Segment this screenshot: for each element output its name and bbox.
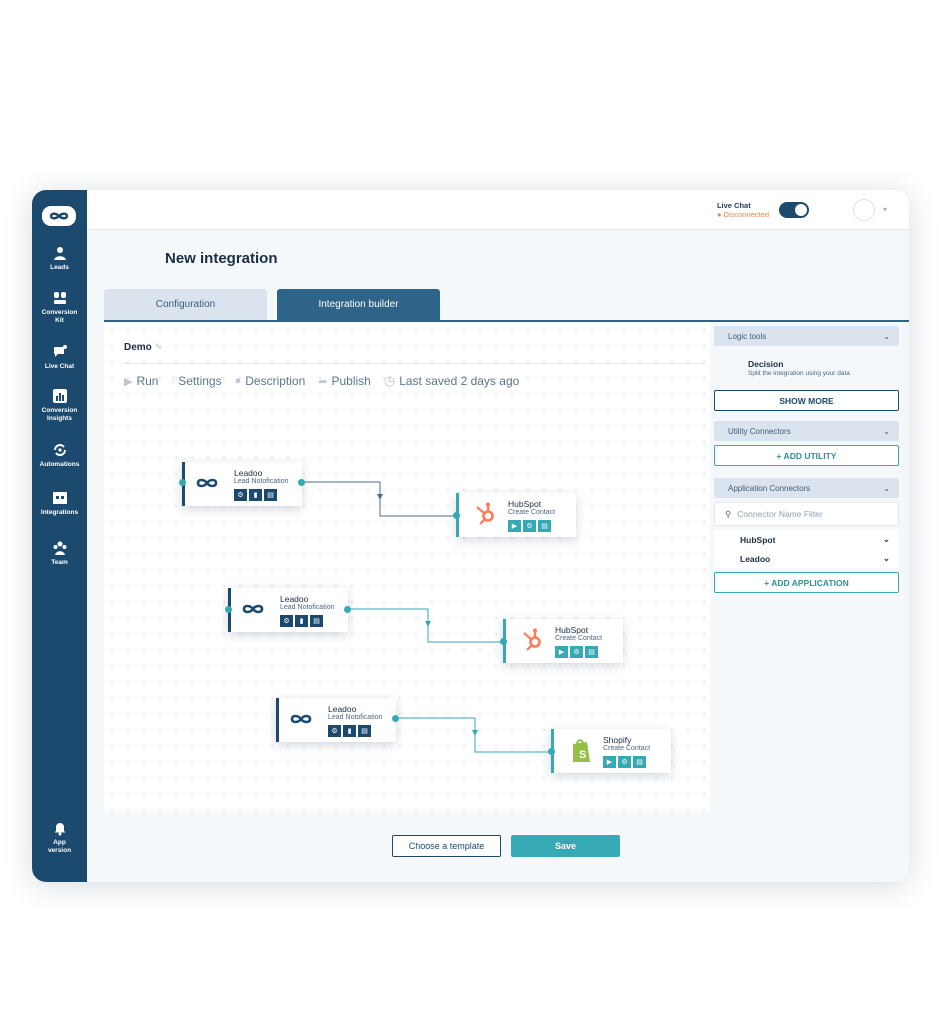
node-action: Create Contact <box>555 635 603 642</box>
utility-connectors-header[interactable]: Utility Connectors ⌄ <box>714 421 899 441</box>
gear-icon[interactable]: ⚙ <box>523 520 536 532</box>
leadoo-logo-icon <box>196 478 218 488</box>
bar-chart-icon[interactable]: ▮ <box>249 489 262 501</box>
leadoo-logo-icon <box>242 604 264 614</box>
trash-icon[interactable]: ▤ <box>585 646 598 658</box>
section-title: Application Connectors <box>728 483 811 493</box>
chevron-down-icon: ⌄ <box>883 426 890 436</box>
show-more-button[interactable]: SHOW MORE <box>714 390 899 411</box>
node-leadoo[interactable]: Leadoo Lead Notofication ⚙ ▮ ▤ <box>276 698 396 742</box>
chevron-down-icon: ⌄ <box>882 534 890 544</box>
node-hubspot[interactable]: HubSpot Create Contact ▶ ⚙ ▤ <box>456 493 576 537</box>
node-title: HubSpot <box>555 625 589 635</box>
connector-filter-input[interactable]: ⚲ Connector Name Filter <box>714 502 899 526</box>
filter-placeholder: Connector Name Filter <box>737 509 823 519</box>
node-action: Create Contact <box>508 509 556 516</box>
trash-icon[interactable]: ▤ <box>633 756 646 768</box>
node-title: Shopify <box>603 735 632 745</box>
node-title: Leadoo <box>234 468 263 478</box>
play-icon[interactable]: ▶ <box>603 756 616 768</box>
trash-icon[interactable]: ▤ <box>538 520 551 532</box>
chevron-down-icon: ⌄ <box>882 553 890 563</box>
node-input-port[interactable] <box>225 606 232 613</box>
tools-panel: Logic tools ⌄ Decision Split the integrat… <box>714 326 899 593</box>
node-input-port[interactable] <box>179 479 186 486</box>
gear-icon[interactable]: ⚙ <box>570 646 583 658</box>
node-action: Lead Notofication <box>234 478 289 485</box>
svg-text:S: S <box>579 749 586 761</box>
node-output-port[interactable] <box>298 479 305 486</box>
hubspot-logo-icon <box>476 502 494 525</box>
node-output-port[interactable] <box>344 606 351 613</box>
node-action: Lead Notofication <box>328 714 383 721</box>
chevron-down-icon: ⌄ <box>883 483 890 493</box>
bar-chart-icon[interactable]: ▮ <box>343 725 356 737</box>
connector-name: HubSpot <box>740 534 776 545</box>
choose-template-button[interactable]: Choose a template <box>392 835 501 857</box>
node-input-port[interactable] <box>453 512 460 519</box>
play-icon[interactable]: ▶ <box>555 646 568 658</box>
decision-tool[interactable]: Decision Split the integration using you… <box>714 346 899 390</box>
gear-icon[interactable]: ⚙ <box>618 756 631 768</box>
node-leadoo[interactable]: Leadoo Lead Notofication ⚙ ▮ ▤ <box>182 462 302 506</box>
node-shopify[interactable]: S Shopify Create Contact ▶ ⚙ ▤ <box>551 729 671 773</box>
gear-icon[interactable]: ⚙ <box>234 489 247 501</box>
decision-description: Split the integration using your data <box>748 370 850 377</box>
bar-chart-icon[interactable]: ▮ <box>295 615 308 627</box>
hubspot-logo-icon <box>523 628 541 651</box>
connector-item-hubspot[interactable]: HubSpot ⌄ <box>714 530 899 549</box>
node-hubspot[interactable]: HubSpot Create Contact ▶ ⚙ ▤ <box>503 619 623 663</box>
logic-tools-header[interactable]: Logic tools ⌄ <box>714 326 899 346</box>
trash-icon[interactable]: ▤ <box>310 615 323 627</box>
node-leadoo[interactable]: Leadoo Lead Notofication ⚙ ▮ ▤ <box>228 588 348 632</box>
section-title: Logic tools <box>728 331 767 341</box>
search-icon: ⚲ <box>725 508 732 519</box>
trash-icon[interactable]: ▤ <box>264 489 277 501</box>
node-output-port[interactable] <box>392 715 399 722</box>
add-application-button[interactable]: + ADD APPLICATION <box>714 572 899 593</box>
play-icon[interactable]: ▶ <box>508 520 521 532</box>
add-utility-button[interactable]: + ADD UTILITY <box>714 445 899 466</box>
node-title: Leadoo <box>328 704 357 714</box>
trash-icon[interactable]: ▤ <box>358 725 371 737</box>
node-title: Leadoo <box>280 594 309 604</box>
node-action: Create Contact <box>603 745 651 752</box>
shopify-logo-icon: S <box>573 739 590 762</box>
leadoo-logo-icon <box>290 714 312 724</box>
decision-title: Decision <box>748 359 784 369</box>
node-title: HubSpot <box>508 499 542 509</box>
application-connectors-header[interactable]: Application Connectors ⌄ <box>714 478 899 498</box>
node-input-port[interactable] <box>548 748 555 755</box>
app-window: Leads Conversion Kit Live Chat Conversio… <box>32 190 909 882</box>
gear-icon[interactable]: ⚙ <box>328 725 341 737</box>
connector-name: Leadoo <box>740 553 771 564</box>
save-button[interactable]: Save <box>511 835 620 857</box>
section-title: Utility Connectors <box>728 426 791 436</box>
connector-item-leadoo[interactable]: Leadoo ⌄ <box>714 549 899 568</box>
node-input-port[interactable] <box>500 638 507 645</box>
node-action: Lead Notofication <box>280 604 335 611</box>
chevron-down-icon: ⌄ <box>883 331 890 341</box>
gear-icon[interactable]: ⚙ <box>280 615 293 627</box>
